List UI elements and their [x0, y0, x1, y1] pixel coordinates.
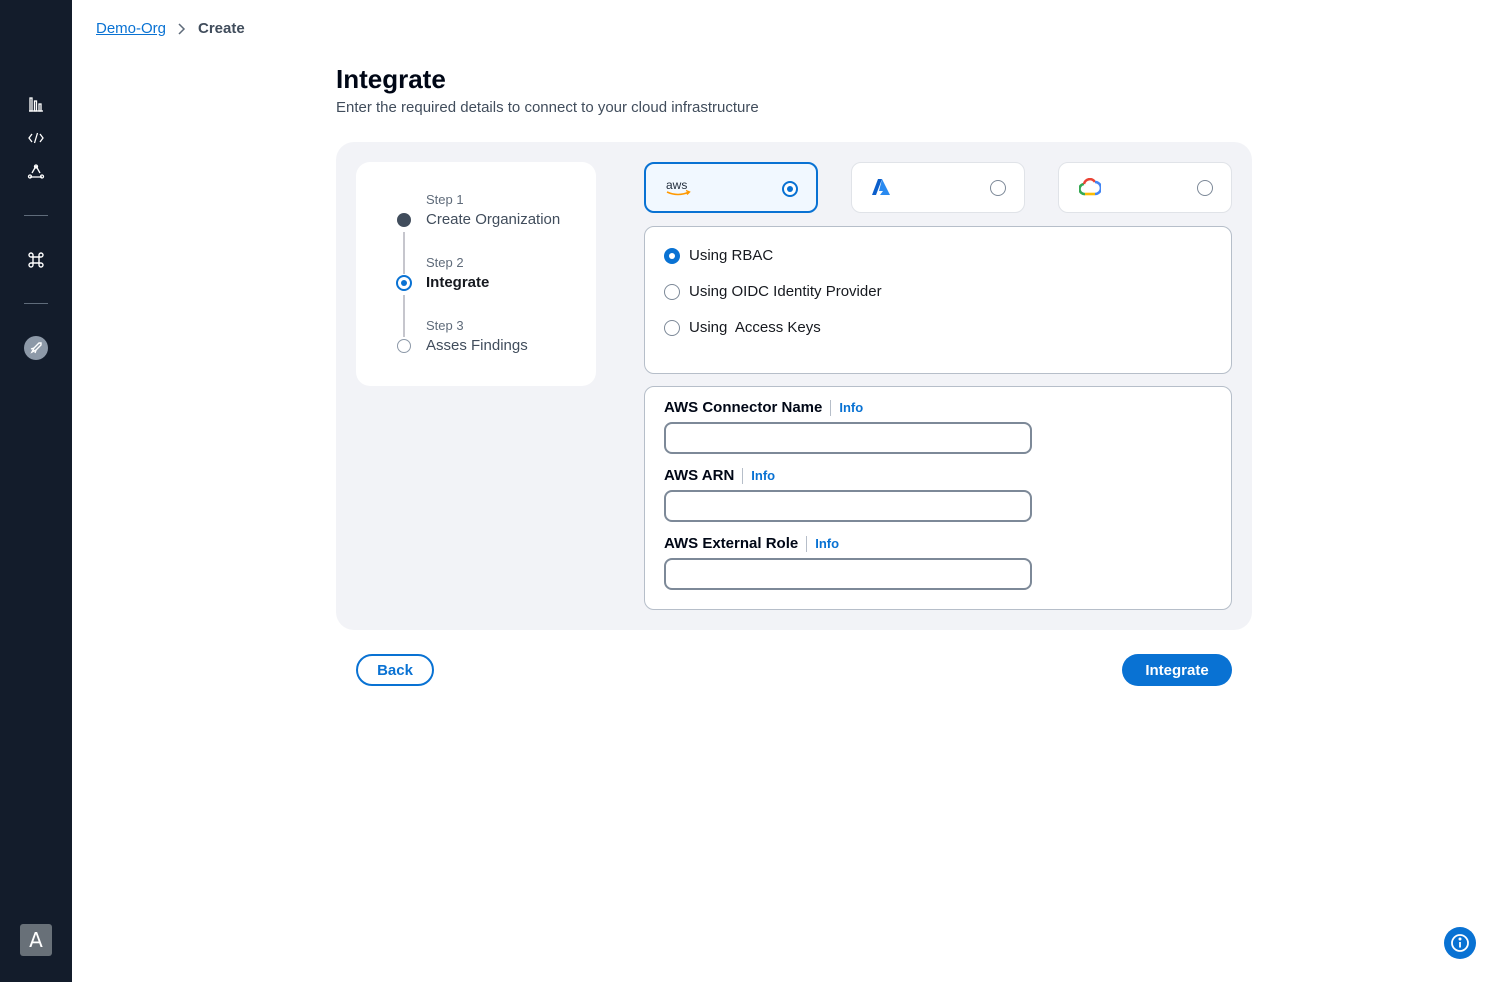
provider-radio-aws[interactable] — [782, 181, 798, 197]
avatar[interactable]: A — [20, 924, 52, 956]
auth-option-access-keys[interactable]: Using Access Keys — [664, 319, 821, 336]
field-label-text: AWS ARN — [664, 467, 735, 484]
step-3: Step 3 Asses Findings — [426, 318, 528, 354]
auth-option-label: Using OIDC Identity Provider — [689, 283, 882, 300]
step-3-indicator — [397, 339, 411, 353]
step-2: Step 2 Integrate — [426, 255, 489, 291]
connector-name-label: AWS Connector Name Info — [664, 399, 863, 416]
label-divider — [806, 535, 808, 552]
breadcrumb-current: Create — [198, 20, 245, 37]
external-role-label: AWS External Role Info — [664, 535, 839, 552]
provider-card-azure[interactable] — [851, 162, 1025, 213]
bar-chart-icon[interactable] — [24, 92, 48, 116]
back-button[interactable]: Back — [356, 654, 434, 686]
provider-card-aws[interactable]: aws — [644, 162, 818, 213]
label-divider — [830, 399, 832, 416]
step-name: Integrate — [426, 274, 490, 291]
info-link[interactable]: Info — [751, 468, 775, 483]
integration-panel: Step 1 Create Organization Step 2 Integr… — [336, 142, 1252, 630]
info-link[interactable]: Info — [815, 536, 839, 551]
step-1-indicator — [397, 213, 411, 227]
svg-text:aws: aws — [666, 178, 687, 192]
sidebar: A — [0, 0, 72, 982]
step-connector — [403, 295, 405, 337]
sidebar-divider — [24, 215, 48, 216]
chevron-right-icon — [178, 22, 186, 35]
field-label-text: AWS External Role — [664, 535, 799, 552]
radio-rbac[interactable] — [664, 247, 680, 264]
avatar-initial: A — [29, 928, 43, 952]
breadcrumb-link-demo-org[interactable]: Demo-Org — [96, 20, 166, 37]
step-2-indicator — [396, 275, 412, 291]
info-icon[interactable] — [1444, 927, 1476, 959]
auth-option-label: Using Access Keys — [689, 319, 821, 336]
label-divider — [742, 467, 744, 484]
rocket-icon[interactable] — [24, 336, 48, 360]
arn-input[interactable] — [664, 490, 1032, 522]
breadcrumb: Demo-Org Create — [96, 20, 245, 37]
recycle-icon[interactable] — [24, 160, 48, 184]
step-name: Asses Findings — [426, 337, 528, 354]
step-1: Step 1 Create Organization — [426, 192, 560, 228]
auth-option-label: Using RBAC — [689, 247, 774, 264]
radio-oidc[interactable] — [664, 283, 680, 300]
steps-card: Step 1 Create Organization Step 2 Integr… — [356, 162, 596, 386]
arn-label: AWS ARN Info — [664, 467, 775, 484]
page-title: Integrate — [336, 64, 446, 94]
external-role-input[interactable] — [664, 558, 1032, 590]
aws-logo: aws — [666, 176, 692, 200]
provider-radio-azure[interactable] — [990, 180, 1006, 196]
info-link[interactable]: Info — [839, 400, 863, 415]
code-icon[interactable] — [24, 126, 48, 150]
auth-method-group: Using RBAC Using OIDC Identity Provider … — [644, 226, 1232, 374]
sidebar-divider — [24, 303, 48, 304]
azure-logo — [872, 175, 890, 199]
step-number: Step 3 — [426, 318, 464, 333]
auth-option-rbac[interactable]: Using RBAC — [664, 247, 773, 264]
integrate-button[interactable]: Integrate — [1122, 654, 1232, 686]
radio-access-keys[interactable] — [664, 319, 680, 336]
step-name: Create Organization — [426, 211, 561, 228]
field-label-text: AWS Connector Name — [664, 399, 823, 416]
step-number: Step 1 — [426, 192, 464, 207]
provider-radio-google-cloud[interactable] — [1197, 180, 1213, 196]
connector-form: AWS Connector Name Info AWS ARN Info AWS… — [644, 386, 1232, 610]
step-connector — [403, 232, 405, 274]
command-icon[interactable] — [24, 248, 48, 272]
auth-option-oidc[interactable]: Using OIDC Identity Provider — [664, 283, 882, 300]
connector-name-input[interactable] — [664, 422, 1032, 454]
page-subtitle: Enter the required details to connect to… — [336, 99, 759, 116]
google-cloud-logo — [1079, 175, 1101, 199]
provider-card-google-cloud[interactable] — [1058, 162, 1232, 213]
step-number: Step 2 — [426, 255, 464, 270]
